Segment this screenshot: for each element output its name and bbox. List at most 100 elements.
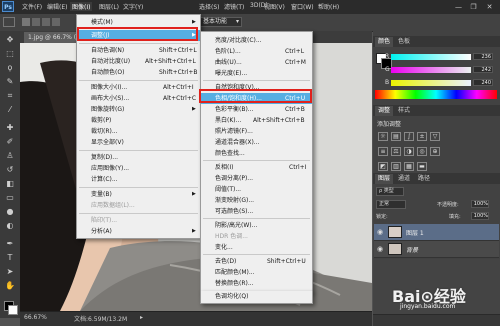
selection-mode-icon[interactable] — [22, 18, 30, 26]
value-b[interactable]: 240 — [473, 79, 493, 86]
slider-b[interactable] — [391, 80, 471, 86]
layer-row-1[interactable]: ◉ 图层 1 — [374, 224, 499, 241]
menu-edit[interactable]: 编辑(E) — [47, 2, 67, 11]
menu-item-equalize[interactable]: 色调均化(Q) — [201, 291, 312, 302]
clone-stamp-tool-icon[interactable]: ♙ — [4, 151, 16, 161]
menu-item-duplicate[interactable]: 复制(D)... — [77, 152, 200, 163]
workspace-select[interactable]: 基本功能 ▾ — [200, 17, 242, 27]
selection-intersect-icon[interactable] — [52, 18, 60, 26]
menu-type[interactable]: 文字(Y) — [123, 2, 143, 11]
menu-item-brightness-contrast[interactable]: 亮度/对比度(C)... — [201, 35, 312, 46]
menu-item-shadows-highlights[interactable]: 阴影/高光(W)... — [201, 220, 312, 231]
tab-styles[interactable]: 样式 — [395, 106, 413, 116]
channel-mixer-adjust-icon[interactable]: ⊕ — [430, 147, 440, 156]
menu-item-photo-filter[interactable]: 照片滤镜(F)... — [201, 126, 312, 137]
blend-mode-select[interactable]: 正常 — [376, 200, 406, 209]
slider-r[interactable] — [391, 54, 471, 60]
tab-channels[interactable]: 通道 — [395, 174, 413, 184]
menu-item-auto-color[interactable]: 自动颜色(O) Shift+Ctrl+B — [77, 67, 200, 78]
tab-paths[interactable]: 路径 — [415, 174, 433, 184]
menu-item-replace-color[interactable]: 替换颜色(R)... — [201, 278, 312, 289]
menu-item-trim[interactable]: 裁切(R)... — [77, 126, 200, 137]
minimize-button[interactable]: — — [452, 2, 465, 12]
menu-help[interactable]: 帮助(H) — [318, 2, 339, 11]
menu-image[interactable]: 图像(I) — [70, 2, 93, 11]
value-r[interactable]: 236 — [473, 53, 493, 60]
menu-item-color-balance[interactable]: 色彩平衡(B)... Ctrl+B — [201, 104, 312, 115]
tab-color[interactable]: 颜色 — [375, 37, 394, 47]
menu-select[interactable]: 选择(S) — [199, 2, 220, 11]
menu-item-exposure[interactable]: 曝光度(E)... — [201, 68, 312, 79]
visibility-eye-icon[interactable]: ◉ — [377, 245, 383, 253]
menu-item-posterize[interactable]: 色调分离(P)... — [201, 173, 312, 184]
levels-adjust-icon[interactable]: ▤ — [391, 132, 401, 141]
brush-tool-icon[interactable]: ✐ — [4, 137, 16, 147]
selection-add-icon[interactable] — [32, 18, 40, 26]
tab-layers[interactable]: 图层 — [375, 174, 394, 184]
zoom-level[interactable]: 66.67% — [24, 314, 47, 321]
menu-item-invert[interactable]: 反相(I) Ctrl+I — [201, 162, 312, 173]
menu-item-desaturate[interactable]: 去色(D) Shift+Ctrl+U — [201, 256, 312, 267]
menu-file[interactable]: 文件(F) — [22, 2, 42, 11]
visibility-eye-icon[interactable]: ◉ — [377, 228, 383, 236]
brightness-adjust-icon[interactable]: ☼ — [378, 132, 388, 141]
menu-view[interactable]: 视图(V) — [264, 2, 285, 11]
invert-adjust-icon[interactable]: ◩ — [378, 162, 388, 171]
exposure-adjust-icon[interactable]: ± — [417, 132, 427, 141]
vibrance-adjust-icon[interactable]: ▽ — [430, 132, 440, 141]
healing-brush-tool-icon[interactable]: ✚ — [4, 123, 16, 133]
menu-item-calculations[interactable]: 计算(C)... — [77, 174, 200, 185]
menu-item-variations[interactable]: 变化... — [201, 242, 312, 253]
tool-preset-icon[interactable] — [3, 17, 15, 27]
tab-adjustments[interactable]: 调整 — [375, 106, 394, 116]
value-g[interactable]: 242 — [473, 66, 493, 73]
fill-input[interactable]: 100% — [471, 212, 489, 220]
path-select-tool-icon[interactable]: ➤ — [4, 267, 16, 277]
background-color-swatch[interactable] — [8, 305, 18, 315]
layer-filter-select[interactable]: ρ 类型 — [376, 187, 404, 196]
hue-saturation-adjust-icon[interactable]: ≡ — [378, 147, 388, 156]
menu-item-black-white[interactable]: 黑白(K)... Alt+Shift+Ctrl+B — [201, 115, 312, 126]
selection-subtract-icon[interactable] — [42, 18, 50, 26]
gradient-tool-icon[interactable]: ▭ — [4, 193, 16, 203]
curves-adjust-icon[interactable]: ∫ — [404, 132, 414, 141]
layer-row-background[interactable]: ◉ 背景 — [374, 241, 499, 258]
pen-tool-icon[interactable]: ✒ — [4, 239, 16, 249]
type-tool-icon[interactable]: T — [4, 253, 16, 263]
gradient-map-adjust-icon[interactable]: ▬ — [417, 162, 427, 171]
document-tab[interactable]: 1.jpg @ 66.7% ( — [24, 32, 81, 43]
menu-item-image-size[interactable]: 图像大小(I)... Alt+Ctrl+I — [77, 82, 200, 93]
menu-item-levels[interactable]: 色阶(L)... Ctrl+L — [201, 46, 312, 57]
menu-item-canvas-size[interactable]: 画布大小(S)... Alt+Ctrl+C — [77, 93, 200, 104]
color-spectrum-bar[interactable] — [375, 90, 497, 99]
menu-item-curves[interactable]: 曲线(U)... Ctrl+M — [201, 57, 312, 68]
menu-item-selective-color[interactable]: 可选颜色(S)... — [201, 206, 312, 217]
restore-button[interactable]: ❐ — [467, 2, 480, 12]
marquee-tool-icon[interactable]: ⬚ — [4, 49, 16, 59]
dodge-tool-icon[interactable]: ◐ — [4, 221, 16, 231]
hand-tool-icon[interactable]: ✋ — [4, 281, 16, 291]
black-white-adjust-icon[interactable]: ◑ — [404, 147, 414, 156]
photo-filter-adjust-icon[interactable]: ◎ — [417, 147, 427, 156]
posterize-adjust-icon[interactable]: ▥ — [391, 162, 401, 171]
menu-item-apply-image[interactable]: 应用图像(Y)... — [77, 163, 200, 174]
color-balance-adjust-icon[interactable]: ⚖ — [391, 147, 401, 156]
slider-g[interactable] — [391, 67, 471, 73]
menu-layer[interactable]: 图层(L) — [99, 2, 119, 11]
menu-item-channel-mixer[interactable]: 通道混合器(X)... — [201, 137, 312, 148]
menu-item-image-rotation[interactable]: 图像旋转(G) ▶ — [77, 104, 200, 115]
menu-filter[interactable]: 滤镜(T) — [224, 2, 244, 11]
threshold-adjust-icon[interactable]: ▦ — [404, 162, 414, 171]
history-brush-tool-icon[interactable]: ↺ — [4, 165, 16, 175]
menu-item-auto-contrast[interactable]: 自动对比度(U) Alt+Shift+Ctrl+L — [77, 56, 200, 67]
menu-item-reveal-all[interactable]: 显示全部(V) — [77, 137, 200, 148]
menu-item-auto-tone[interactable]: 自动色调(N) Shift+Ctrl+L — [77, 45, 200, 56]
status-menu-arrow-icon[interactable]: ▸ — [140, 314, 143, 321]
menu-item-crop[interactable]: 裁剪(P) — [77, 115, 200, 126]
close-button[interactable]: ✕ — [483, 2, 496, 12]
menu-window[interactable]: 窗口(W) — [291, 2, 314, 11]
menu-item-gradient-map[interactable]: 渐变映射(G)... — [201, 195, 312, 206]
menu-item-variables[interactable]: 变量(B) ▶ — [77, 189, 200, 200]
opacity-input[interactable]: 100% — [471, 200, 489, 208]
tab-swatches[interactable]: 色板 — [395, 37, 413, 47]
